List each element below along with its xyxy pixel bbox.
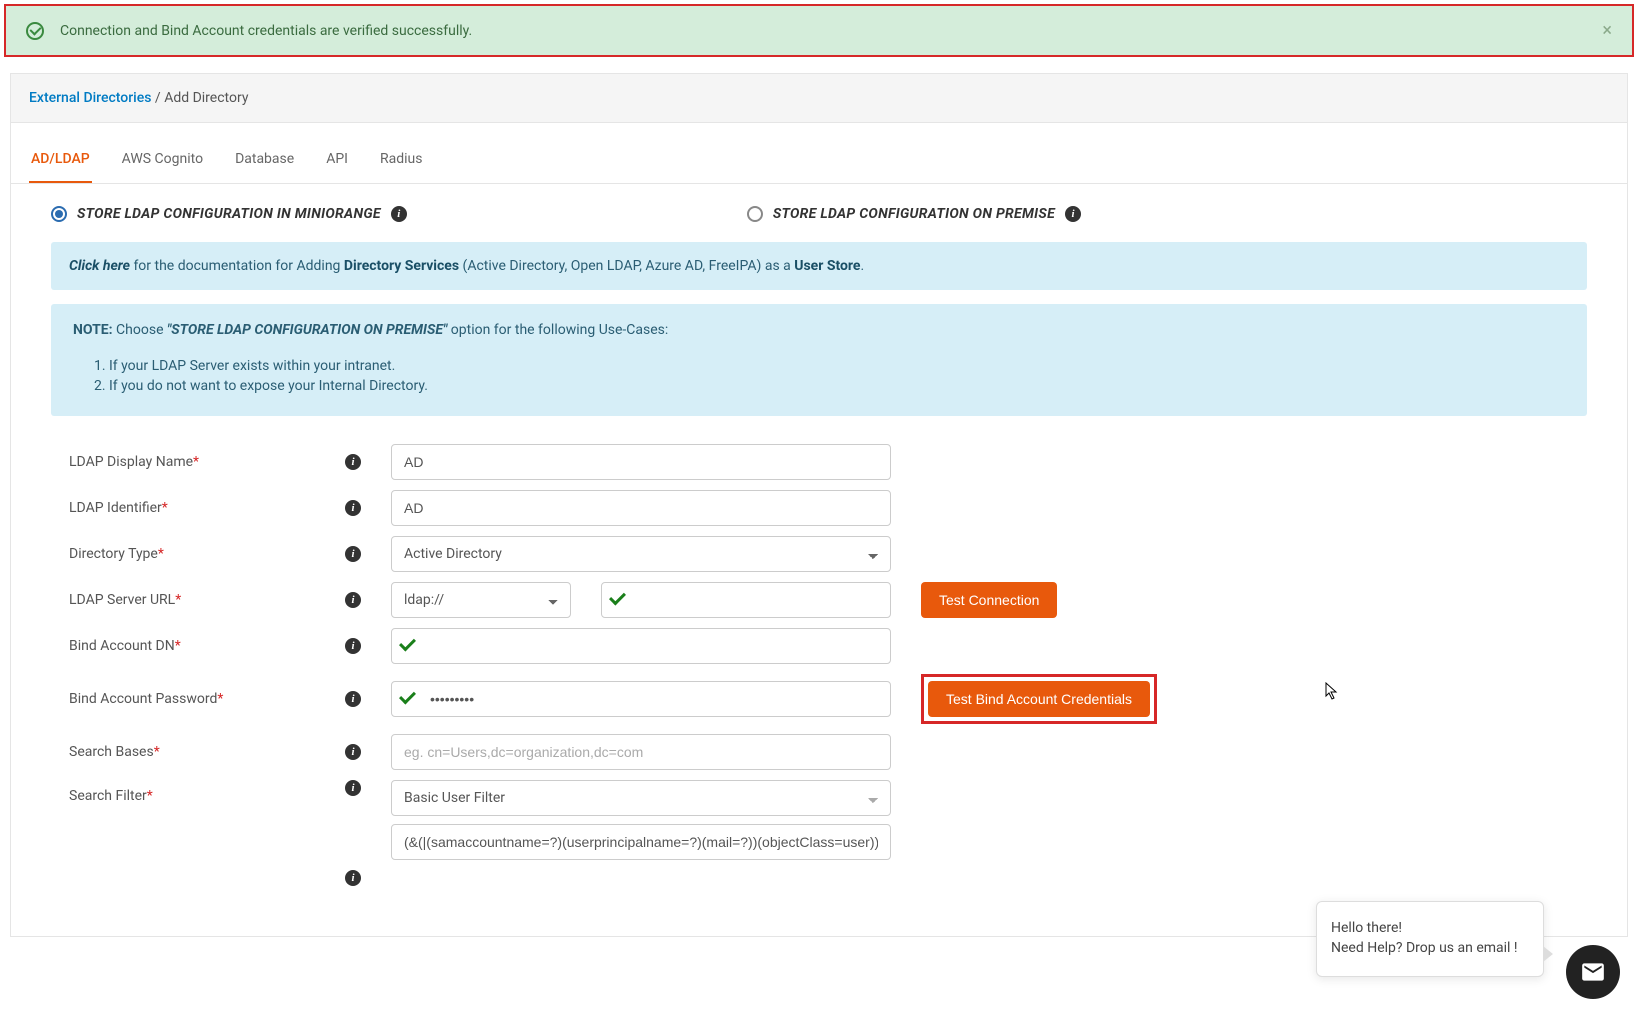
label-dirtype: Directory Type* [69,546,339,562]
check-icon [403,689,412,708]
row-identifier: LDAP Identifier* i [51,490,1587,526]
input-bind-pw[interactable] [391,681,891,717]
row-bind-dn: Bind Account DN* i [51,628,1587,664]
input-bind-dn[interactable] [391,628,891,664]
tab-database[interactable]: Database [233,137,296,183]
label-identifier: LDAP Identifier* [69,500,339,516]
test-connection-button[interactable]: Test Connection [921,582,1057,618]
breadcrumb: External Directories / Add Directory [11,74,1627,123]
chat-popup: Hello there! Need Help? Drop us an email… [1316,901,1544,977]
check-icon [613,590,622,609]
check-icon [403,636,412,655]
doc-click-here[interactable]: Click here [69,258,130,274]
select-protocol[interactable]: ldap:// [391,582,571,618]
check-circle-icon [26,22,44,40]
config-storage-radio-group: STORE LDAP CONFIGURATION IN MINIORANGE i… [51,206,1587,222]
radio-icon [51,206,67,222]
input-filter-string[interactable] [391,824,891,860]
tabs: AD/LDAP AWS Cognito Database API Radius [11,137,1627,184]
highlight-frame: Test Bind Account Credentials [921,674,1157,724]
info-icon[interactable]: i [345,500,361,516]
row-server-url: LDAP Server URL* i ldap:// Test Connecti… [51,582,1587,618]
tab-api[interactable]: API [324,137,350,183]
test-bind-button[interactable]: Test Bind Account Credentials [928,681,1150,717]
info-icon[interactable]: i [345,592,361,608]
breadcrumb-sep: / [151,90,164,106]
info-icon[interactable]: i [345,780,361,796]
radio-onpremise[interactable]: STORE LDAP CONFIGURATION ON PREMISE i [747,206,1081,222]
row-bind-pw: Bind Account Password* i Test Bind Accou… [51,674,1587,724]
info-icon[interactable]: i [345,638,361,654]
label-search-bases: Search Bases* [69,744,339,760]
info-icon[interactable]: i [345,546,361,562]
info-icon[interactable]: i [345,454,361,470]
alert-message: Connection and Bind Account credentials … [60,23,472,39]
panel: External Directories / Add Directory AD/… [10,73,1628,937]
note-label: NOTE: [73,322,113,338]
input-search-bases[interactable] [391,734,891,770]
tab-adldap[interactable]: AD/LDAP [29,137,92,183]
radio-onpremise-label: STORE LDAP CONFIGURATION ON PREMISE [773,206,1055,222]
doc-userstore[interactable]: User Store [794,258,860,274]
info-icon[interactable]: i [391,206,407,222]
tab-radius[interactable]: Radius [378,137,425,183]
label-server-url: LDAP Server URL* [69,592,339,608]
doc-dirservices[interactable]: Directory Services [344,258,459,274]
note-box: NOTE: Choose "STORE LDAP CONFIGURATION O… [51,304,1587,416]
input-server-host[interactable] [601,582,891,618]
info-icon[interactable]: i [345,691,361,707]
chat-popup-tail [1543,946,1553,962]
label-display-name: LDAP Display Name* [69,454,339,470]
note-item: If you do not want to expose your Intern… [109,376,1565,396]
content: STORE LDAP CONFIGURATION IN MINIORANGE i… [11,184,1627,936]
chat-line1: Hello there! [1331,920,1525,936]
radio-miniorange[interactable]: STORE LDAP CONFIGURATION IN MINIORANGE i [51,206,407,222]
row-dirtype: Directory Type* i Active Directory [51,536,1587,572]
row-next-partial: i [51,870,1587,886]
chat-fab[interactable] [1566,945,1620,999]
label-bind-pw: Bind Account Password* [69,691,339,707]
info-icon[interactable]: i [345,870,361,886]
mail-icon [1580,959,1606,985]
doc-link-box: Click here for the documentation for Add… [51,242,1587,290]
label-bind-dn: Bind Account DN* [69,638,339,654]
close-icon[interactable]: × [1602,20,1612,41]
input-display-name[interactable] [391,444,891,480]
alert-success: Connection and Bind Account credentials … [4,4,1634,57]
info-icon[interactable]: i [345,744,361,760]
label-search-filter: Search Filter* [69,780,339,804]
info-icon[interactable]: i [1065,206,1081,222]
breadcrumb-current: Add Directory [164,90,248,106]
breadcrumb-link[interactable]: External Directories [29,90,151,106]
row-search-filter: Search Filter* i Basic User Filter [51,780,1587,860]
radio-miniorange-label: STORE LDAP CONFIGURATION IN MINIORANGE [77,206,381,222]
radio-icon [747,206,763,222]
note-item: If your LDAP Server exists within your i… [109,356,1565,376]
select-dirtype[interactable]: Active Directory [391,536,891,572]
input-identifier[interactable] [391,490,891,526]
tab-awscognito[interactable]: AWS Cognito [120,137,205,183]
note-list: If your LDAP Server exists within your i… [109,356,1565,396]
chat-line2: Need Help? Drop us an email ! [1331,940,1525,956]
row-search-bases: Search Bases* i [51,734,1587,770]
select-search-filter[interactable]: Basic User Filter [391,780,891,816]
row-display-name: LDAP Display Name* i [51,444,1587,480]
